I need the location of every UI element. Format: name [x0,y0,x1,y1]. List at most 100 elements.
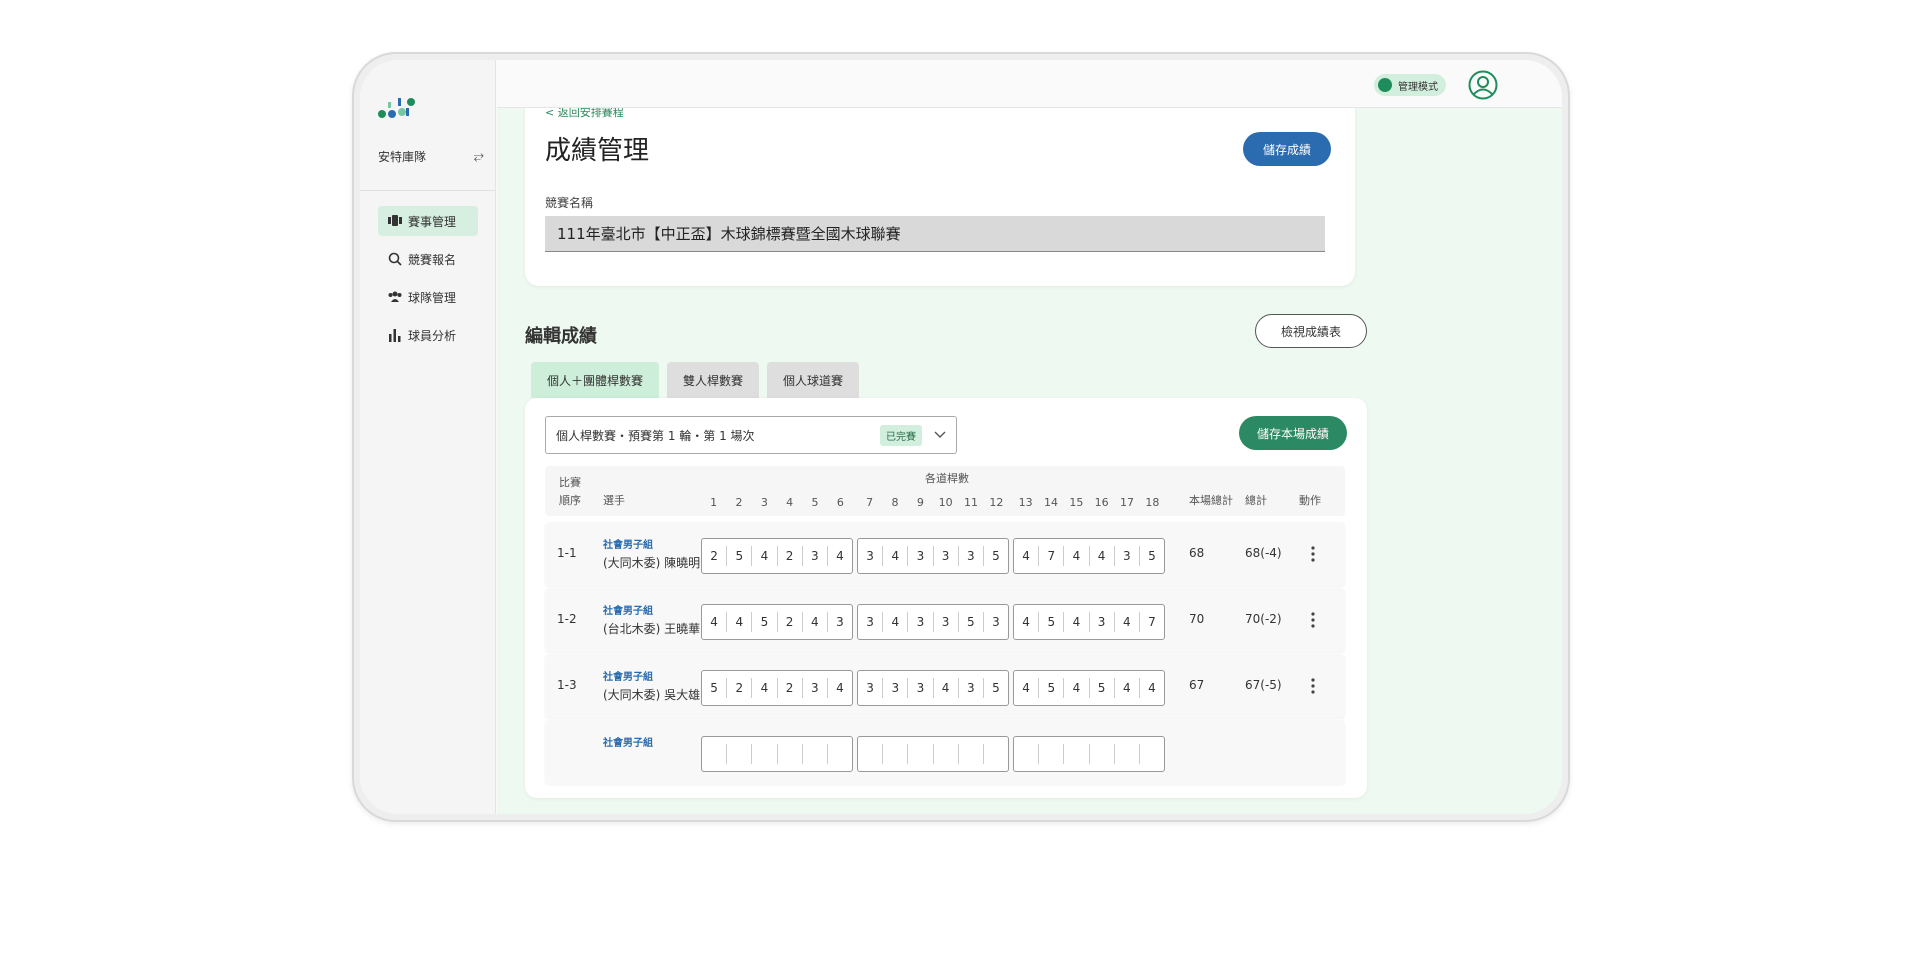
hole-score-input[interactable]: 4 [1090,546,1115,566]
hole-score-input[interactable] [1115,744,1140,764]
hole-score-input[interactable]: 2 [778,678,803,698]
hole-score-input[interactable]: 5 [702,678,728,698]
hole-score-input[interactable]: 3 [1115,546,1140,566]
grand-total: 70(-2) [1245,612,1282,626]
hole-score-input[interactable]: 4 [883,612,909,632]
hole-score-input[interactable]: 3 [959,546,984,566]
more-actions-icon[interactable] [1305,608,1321,632]
hole-score-input[interactable]: 3 [908,678,934,698]
hole-score-input[interactable]: 4 [1115,678,1140,698]
hole-score-input[interactable] [1140,744,1164,764]
user-avatar-icon[interactable] [1468,70,1498,100]
hole-score-input[interactable] [727,744,753,764]
hole-score-input[interactable]: 5 [1140,546,1164,566]
header-order-bottom: 順序 [559,494,581,507]
more-actions-icon[interactable] [1305,674,1321,698]
team-switcher[interactable]: 安特庫隊 ⥂ [378,148,484,165]
save-round-scores-button[interactable]: 儲存本場成績 [1238,416,1347,450]
save-scores-button[interactable]: 儲存成績 [1242,132,1331,166]
hole-score-input[interactable]: 4 [1014,678,1040,698]
hole-score-input[interactable]: 3 [803,678,828,698]
hole-score-input[interactable]: 3 [984,612,1008,632]
hole-score-input[interactable]: 5 [752,612,778,632]
hole-score-input[interactable] [752,744,778,764]
chevron-down-icon [934,431,946,438]
hole-score-input[interactable]: 4 [803,612,828,632]
hole-score-input[interactable] [1014,744,1040,764]
hole-score-input[interactable]: 3 [1090,612,1115,632]
hole-score-input[interactable]: 2 [727,678,753,698]
hole-score-input[interactable]: 3 [959,678,984,698]
hole-score-input[interactable]: 2 [778,546,803,566]
hole-score-input[interactable]: 3 [934,546,959,566]
hole-score-input[interactable]: 5 [984,678,1008,698]
swap-icon[interactable]: ⥂ [474,149,484,164]
hole-score-input[interactable]: 2 [778,612,803,632]
tab-individual-fairway[interactable]: 個人球道賽 [767,362,860,398]
hole-score-input[interactable] [778,744,803,764]
hole-score-input[interactable] [934,744,959,764]
hole-score-input[interactable] [1064,744,1090,764]
more-actions-icon[interactable] [1305,542,1321,566]
hole-score-input[interactable]: 5 [1090,678,1115,698]
hole-score-input[interactable] [858,744,884,764]
hole-score-input[interactable] [908,744,934,764]
hole-score-input[interactable]: 3 [858,546,884,566]
score-input-group: 343353 [857,604,1009,640]
hole-score-input[interactable]: 7 [1140,612,1164,632]
hole-score-input[interactable]: 4 [1064,678,1090,698]
tab-individual-team-stroke[interactable]: 個人＋團體桿數賽 [531,362,660,398]
hole-score-input[interactable]: 4 [828,678,852,698]
player-group: 社會男子組 [603,540,653,551]
sidebar-item-analysis[interactable]: 球員分析 [378,320,478,350]
hole-score-input[interactable] [702,744,728,764]
hole-score-input[interactable] [828,744,852,764]
grand-total: 68(-4) [1245,546,1282,560]
hole-score-input[interactable]: 4 [1064,546,1090,566]
hole-score-input[interactable]: 4 [883,546,909,566]
hole-score-input[interactable]: 3 [883,678,909,698]
back-to-schedule-link[interactable]: < 返回安排賽程 [545,108,624,120]
hole-score-input[interactable]: 4 [1140,678,1164,698]
score-input-group: 254234 [701,538,853,574]
round-select[interactable]: 個人桿數賽・預賽第 1 輪・第 1 場次 已完賽 [545,416,957,454]
hole-score-input[interactable]: 4 [727,612,753,632]
hole-score-input[interactable]: 4 [1014,546,1040,566]
hole-score-input[interactable]: 3 [828,612,852,632]
sidebar-item-registration[interactable]: 競賽報名 [378,244,478,274]
hole-score-input[interactable]: 5 [984,546,1008,566]
hole-score-input[interactable]: 4 [1115,612,1140,632]
hole-score-input[interactable]: 3 [858,612,884,632]
hole-score-input[interactable] [803,744,828,764]
view-scoresheet-button[interactable]: 檢視成績表 [1255,314,1367,348]
hole-score-input[interactable] [959,744,984,764]
hole-score-input[interactable] [1090,744,1115,764]
hole-score-input[interactable]: 3 [908,612,934,632]
admin-mode-toggle[interactable]: 管理模式 [1374,74,1446,96]
hole-score-input[interactable]: 4 [1064,612,1090,632]
hole-score-input[interactable]: 3 [908,546,934,566]
hole-score-input[interactable]: 5 [959,612,984,632]
tab-doubles-stroke[interactable]: 雙人桿數賽 [667,362,760,398]
hole-score-input[interactable]: 4 [752,546,778,566]
hole-score-input[interactable]: 7 [1039,546,1065,566]
hole-score-input[interactable]: 4 [1014,612,1040,632]
sidebar-item-team[interactable]: 球隊管理 [378,282,478,312]
hole-score-input[interactable] [984,744,1008,764]
hole-number-header: 12 [989,496,1004,509]
hole-score-input[interactable]: 3 [858,678,884,698]
hole-score-input[interactable]: 5 [1039,678,1065,698]
hole-score-input[interactable]: 5 [1039,612,1065,632]
hole-score-input[interactable]: 4 [702,612,728,632]
hole-score-input[interactable]: 3 [803,546,828,566]
hole-score-input[interactable]: 2 [702,546,728,566]
sidebar-item-tournament[interactable]: 賽事管理 [378,206,478,236]
hole-score-input[interactable]: 5 [727,546,753,566]
competition-name-field[interactable]: 111年臺北市【中正盃】木球錦標賽暨全國木球聯賽 [545,216,1325,252]
hole-score-input[interactable]: 4 [752,678,778,698]
hole-score-input[interactable] [883,744,909,764]
hole-score-input[interactable]: 4 [934,678,959,698]
hole-score-input[interactable]: 3 [934,612,959,632]
hole-score-input[interactable]: 4 [828,546,852,566]
hole-score-input[interactable] [1039,744,1065,764]
